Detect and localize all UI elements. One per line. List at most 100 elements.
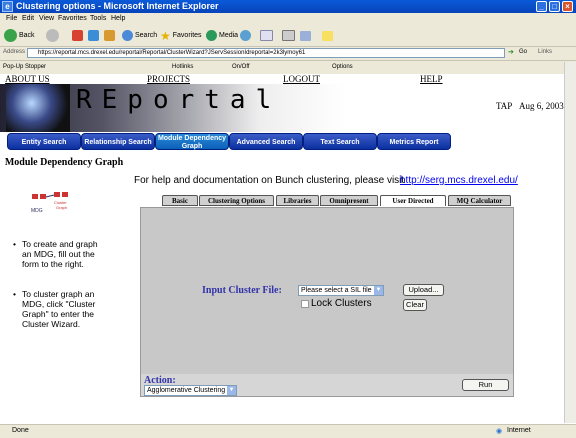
- home-icon: [104, 30, 115, 41]
- clear-button[interactable]: Clear: [403, 299, 427, 311]
- go-button[interactable]: Go: [519, 49, 527, 55]
- mdg-node-icon: [40, 194, 46, 199]
- menu-help[interactable]: Help: [111, 15, 125, 22]
- graph-icon-label: Graph: [56, 205, 67, 210]
- help-text: For help and documentation on Bunch clus…: [134, 175, 405, 186]
- address-label: Address: [3, 49, 26, 55]
- mail-icon: [260, 30, 273, 41]
- left-panel-title: Module Dependency Graph: [4, 157, 124, 168]
- edit-icon: [300, 30, 311, 41]
- maximize-button[interactable]: □: [549, 1, 560, 12]
- menu-edit[interactable]: Edit: [22, 15, 34, 22]
- mdg-cluster-graph-icon: MDG Cluster Graph: [31, 192, 68, 214]
- tab-advanced-search[interactable]: Advanced Search: [229, 133, 303, 150]
- lock-clusters-checkbox[interactable]: [301, 300, 309, 308]
- forward-arrow-icon: [46, 29, 59, 42]
- title-bar: e Clustering options - Microsoft Interne…: [0, 0, 576, 13]
- help-bullet-cluster: • To cluster graph an MDG, click "Cluste…: [13, 289, 96, 329]
- ptab-omnipresent[interactable]: Omnipresent: [320, 195, 378, 206]
- cluster-node-icon: [54, 192, 60, 197]
- refresh-icon: [88, 30, 99, 41]
- ptab-user-directed[interactable]: User Directed: [380, 195, 446, 206]
- ptab-libraries[interactable]: Libraries: [276, 195, 319, 206]
- forward-button[interactable]: [46, 28, 59, 43]
- globe-icon: ◉: [496, 428, 503, 435]
- status-text: Done: [12, 427, 29, 434]
- address-input[interactable]: https://reportal.mcs.drexel.edu/reportal…: [27, 48, 505, 58]
- ie-app-icon: e: [2, 1, 13, 12]
- action-select[interactable]: Agglomerative Clustering ▼: [144, 385, 237, 396]
- tab-entity-search[interactable]: Entity Search: [7, 133, 81, 150]
- menu-file[interactable]: File: [6, 15, 17, 22]
- date-label: Aug 6, 2003: [519, 101, 564, 111]
- popup-stopper-label: Pop-Up Stopper: [3, 64, 47, 70]
- media-icon: [206, 30, 217, 41]
- ptab-basic[interactable]: Basic: [162, 195, 198, 206]
- refresh-button[interactable]: [88, 28, 99, 43]
- security-zone: Internet: [507, 427, 531, 434]
- go-arrow-icon: ➔: [508, 49, 514, 56]
- cluster-node-icon: [62, 192, 68, 197]
- home-button[interactable]: [104, 28, 115, 43]
- mdg-icon-label: MDG: [31, 208, 43, 214]
- menu-tools[interactable]: Tools: [90, 15, 106, 22]
- printer-icon: [282, 30, 295, 41]
- nav-logout[interactable]: LOGOUT: [283, 74, 320, 84]
- nav-projects[interactable]: PROJECTS: [147, 74, 190, 84]
- tab-module-dependency-graph[interactable]: Module Dependency Graph: [155, 133, 229, 150]
- mdg-node-icon: [32, 194, 38, 199]
- top-nav: ABOUT US PROJECTS LOGOUT HELP: [0, 74, 576, 84]
- back-arrow-icon: [4, 29, 17, 42]
- magnifier-image: [6, 84, 70, 132]
- browser-toolbar: Back Search ★ Favorites Media: [0, 25, 576, 47]
- tab-text-search[interactable]: Text Search: [303, 133, 377, 150]
- upload-button[interactable]: Upload...: [403, 284, 444, 296]
- menu-view[interactable]: View: [39, 15, 54, 22]
- messenger-button[interactable]: [322, 28, 333, 43]
- star-icon: ★: [160, 28, 171, 43]
- back-button[interactable]: Back: [4, 28, 35, 43]
- run-button[interactable]: Run: [462, 379, 509, 391]
- media-button[interactable]: Media: [206, 28, 238, 43]
- ptab-clustering-options[interactable]: Clustering Options: [199, 195, 274, 206]
- bullet-icon: •: [13, 239, 16, 249]
- bullet-icon: •: [13, 289, 16, 299]
- status-bar: Done ◉ Internet: [0, 424, 576, 438]
- sil-file-select[interactable]: Please select a SIL file ▼: [298, 285, 384, 296]
- nav-about-us[interactable]: ABOUT US: [5, 74, 50, 84]
- links-button[interactable]: Links: [538, 49, 552, 55]
- mail-button[interactable]: [260, 28, 273, 43]
- favorites-button[interactable]: ★ Favorites: [160, 28, 202, 43]
- hotlinks-button[interactable]: Hotlinks: [172, 64, 193, 70]
- edit-button[interactable]: [300, 28, 311, 43]
- options-button[interactable]: Options: [332, 64, 353, 70]
- search-button[interactable]: Search: [122, 28, 157, 43]
- popup-stopper-bar: Pop-Up Stopper Hotlinks On/Off Options: [0, 61, 576, 75]
- onoff-button[interactable]: On/Off: [232, 64, 250, 70]
- stop-icon: [72, 30, 83, 41]
- menu-favorites[interactable]: Favorites: [58, 15, 87, 22]
- history-button[interactable]: [240, 28, 251, 43]
- help-bullet-create: • To create and graph an MDG, fill out t…: [13, 239, 98, 269]
- reportal-logo: REportal: [76, 85, 282, 115]
- stop-button[interactable]: [72, 28, 83, 43]
- help-link[interactable]: http://serg.mcs.drexel.edu/: [400, 175, 518, 186]
- ptab-mq-calculator[interactable]: MQ Calculator: [448, 195, 511, 206]
- input-cluster-file-label: Input Cluster File:: [202, 285, 282, 296]
- chevron-down-icon: ▼: [227, 386, 236, 395]
- address-bar: Address https://reportal.mcs.drexel.edu/…: [0, 47, 576, 61]
- note-icon: [322, 30, 333, 41]
- minimize-button[interactable]: _: [536, 1, 547, 12]
- tab-relationship-search[interactable]: Relationship Search: [81, 133, 155, 150]
- history-icon: [240, 30, 251, 41]
- tab-metrics-report[interactable]: Metrics Report: [377, 133, 451, 150]
- user-name: TAP: [496, 101, 513, 111]
- vertical-scrollbar[interactable]: [564, 62, 576, 423]
- window-title: Clustering options - Microsoft Internet …: [16, 1, 219, 11]
- search-icon: [122, 30, 133, 41]
- close-button[interactable]: ×: [562, 1, 573, 12]
- print-button[interactable]: [282, 28, 295, 43]
- chevron-down-icon: ▼: [374, 286, 383, 295]
- lock-clusters-label: Lock Clusters: [311, 298, 372, 309]
- nav-help[interactable]: HELP: [420, 74, 443, 84]
